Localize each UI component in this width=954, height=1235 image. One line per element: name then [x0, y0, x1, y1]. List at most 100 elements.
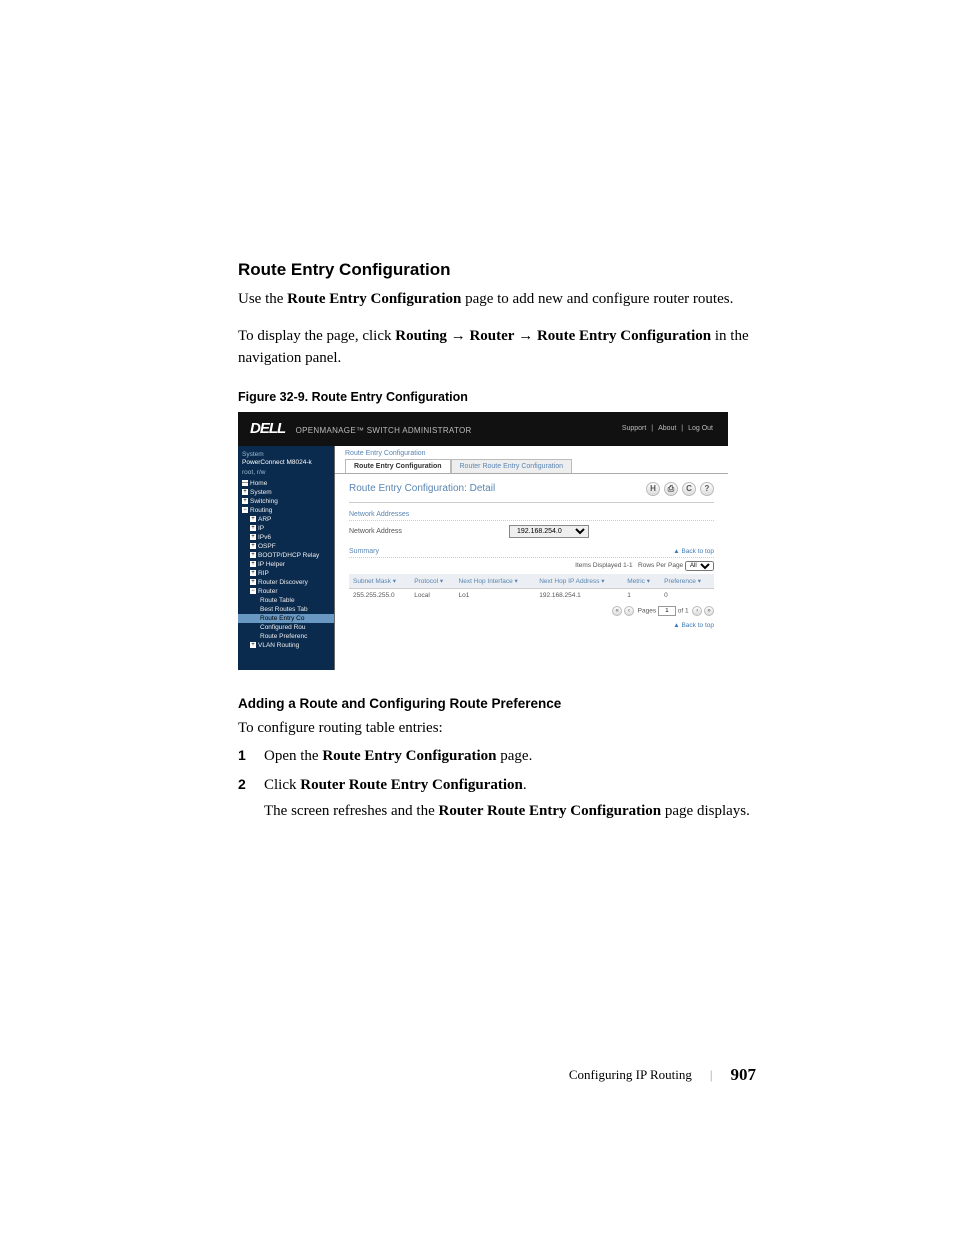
nav-item-label: Route Table	[260, 597, 295, 604]
nav-item[interactable]: +OSPF	[238, 542, 334, 551]
nav-item[interactable]: +BOOTP/DHCP Relay	[238, 551, 334, 560]
routes-table: Subnet Mask ▾Protocol ▾Next Hop Interfac…	[349, 574, 714, 602]
expand-toggle-icon[interactable]: +	[250, 516, 256, 522]
page-footer: Configuring IP Routing | 907	[569, 1065, 756, 1085]
text: To display the page, click	[238, 328, 395, 344]
nav-item-label: BOOTP/DHCP Relay	[258, 552, 319, 559]
nav-item[interactable]: Route Entry Co	[238, 614, 334, 623]
nav-item-label: IP	[258, 525, 264, 532]
refresh-icon[interactable]: C	[682, 482, 696, 496]
nav-item[interactable]: +IPv6	[238, 533, 334, 542]
page-number: 907	[731, 1065, 757, 1085]
footer-separator-icon: |	[710, 1067, 713, 1083]
nav-item-label: RIP	[258, 570, 269, 577]
pager-last-icon[interactable]: »	[704, 606, 714, 616]
back-to-top-link[interactable]: ▲ Back to top	[673, 548, 714, 555]
expand-toggle-icon[interactable]: +	[242, 489, 248, 495]
dell-logo: DELL	[250, 420, 285, 437]
sidebar-device: PowerConnect M8024-k	[238, 459, 334, 469]
expand-toggle-icon[interactable]: +	[250, 579, 256, 585]
expand-toggle-icon[interactable]: +	[250, 561, 256, 567]
section-label-network-addresses: Network Addresses	[349, 511, 714, 521]
form-label-network-address: Network Address	[349, 528, 509, 535]
table-cell: 192.168.254.1	[535, 588, 623, 602]
support-link[interactable]: Support	[619, 425, 650, 432]
text: Open the	[264, 748, 322, 764]
nav-item[interactable]: +ARP	[238, 515, 334, 524]
print-icon[interactable]: ⎙	[664, 482, 678, 496]
expand-toggle-icon[interactable]: +	[242, 498, 248, 504]
expand-toggle-icon[interactable]: −	[250, 588, 256, 594]
expand-toggle-icon[interactable]: +	[250, 570, 256, 576]
table-header-cell[interactable]: Next Hop Interface ▾	[455, 574, 536, 589]
nav-item[interactable]: +VLAN Routing	[238, 641, 334, 650]
nav-item[interactable]: +RIP	[238, 569, 334, 578]
nav-item[interactable]: Configured Rou	[238, 623, 334, 632]
pager-first-icon[interactable]: «	[612, 606, 622, 616]
about-link[interactable]: About	[655, 425, 679, 432]
nav-item[interactable]: Route Table	[238, 596, 334, 605]
main-content-area: Route Entry Configuration Route Entry Co…	[335, 446, 728, 670]
nav-path-2: Router	[469, 328, 514, 344]
nav-item-label: Router	[258, 588, 278, 595]
breadcrumb: Route Entry Configuration	[335, 446, 728, 459]
table-header-cell[interactable]: Metric ▾	[623, 574, 660, 589]
nav-item[interactable]: −Router	[238, 587, 334, 596]
embedded-screenshot: DELL OPENMANAGE™ SWITCH ADMINISTRATOR Su…	[238, 412, 728, 670]
section-label-summary: Summary	[349, 548, 379, 555]
step-bold: Router Route Entry Configuration	[439, 803, 662, 819]
nav-item[interactable]: Best Routes Tab	[238, 605, 334, 614]
step-2: Click Router Route Entry Configuration. …	[238, 774, 754, 823]
nav-item[interactable]: Route Preferenc	[238, 632, 334, 641]
logout-link[interactable]: Log Out	[685, 425, 716, 432]
nav-sidebar[interactable]: System PowerConnect M8024-k root, r/w —H…	[238, 446, 335, 670]
help-icon[interactable]: ?	[700, 482, 714, 496]
expand-toggle-icon[interactable]: +	[250, 543, 256, 549]
nav-item[interactable]: +Switching	[238, 497, 334, 506]
expand-toggle-icon[interactable]: —	[242, 480, 248, 486]
nav-item-label: IP Helper	[258, 561, 285, 568]
page-name-bold: Route Entry Configuration	[287, 291, 461, 307]
table-header-cell[interactable]: Subnet Mask ▾	[349, 574, 410, 589]
back-to-top-link-bottom[interactable]: ▲ Back to top	[673, 622, 714, 629]
nav-item[interactable]: +IP	[238, 524, 334, 533]
table-header-cell[interactable]: Preference ▾	[660, 574, 714, 589]
tab-route-entry-config[interactable]: Route Entry Configuration	[345, 459, 451, 473]
table-header-cell[interactable]: Protocol ▾	[410, 574, 454, 589]
nav-item-label: Switching	[250, 498, 278, 505]
app-header: DELL OPENMANAGE™ SWITCH ADMINISTRATOR Su…	[238, 412, 728, 446]
expand-toggle-icon[interactable]: +	[250, 534, 256, 540]
sidebar-heading: System	[238, 450, 334, 459]
step-bold: Route Entry Configuration	[322, 748, 496, 764]
pager-of-text: of 1	[678, 607, 689, 614]
intro-paragraph-1: Use the Route Entry Configuration page t…	[238, 288, 754, 311]
pager-next-icon[interactable]: ›	[692, 606, 702, 616]
table-header-cell[interactable]: Next Hop IP Address ▾	[535, 574, 623, 589]
nav-item[interactable]: +Router Discovery	[238, 578, 334, 587]
expand-toggle-icon[interactable]: −	[242, 507, 248, 513]
step-1: Open the Route Entry Configuration page.	[238, 745, 754, 768]
figure-caption: Figure 32-9. Route Entry Configuration	[238, 390, 754, 404]
history-icon[interactable]: H	[646, 482, 660, 496]
text: Click	[264, 777, 300, 793]
table-cell: Local	[410, 588, 454, 602]
nav-item-label: IPv6	[258, 534, 271, 541]
rows-per-page-select[interactable]: All	[685, 561, 714, 571]
expand-toggle-icon[interactable]: +	[250, 525, 256, 531]
expand-toggle-icon[interactable]: +	[250, 552, 256, 558]
tab-router-route-entry-config[interactable]: Router Route Entry Configuration	[451, 459, 573, 473]
network-address-select[interactable]: 192.168.254.0	[509, 525, 589, 538]
table-cell: Lo1	[455, 588, 536, 602]
section-heading: Route Entry Configuration	[238, 260, 754, 280]
intro-steps-text: To configure routing table entries:	[238, 717, 754, 740]
table-cell: 0	[660, 588, 714, 602]
pager-input[interactable]	[658, 606, 676, 616]
pager-prev-icon[interactable]: ‹	[624, 606, 634, 616]
nav-item[interactable]: —Home	[238, 479, 334, 488]
nav-item[interactable]: −Routing	[238, 506, 334, 515]
nav-path-1: Routing	[395, 328, 447, 344]
expand-toggle-icon[interactable]: +	[250, 642, 256, 648]
nav-item[interactable]: +IP Helper	[238, 560, 334, 569]
nav-item[interactable]: +System	[238, 488, 334, 497]
text: The screen refreshes and the	[264, 803, 439, 819]
